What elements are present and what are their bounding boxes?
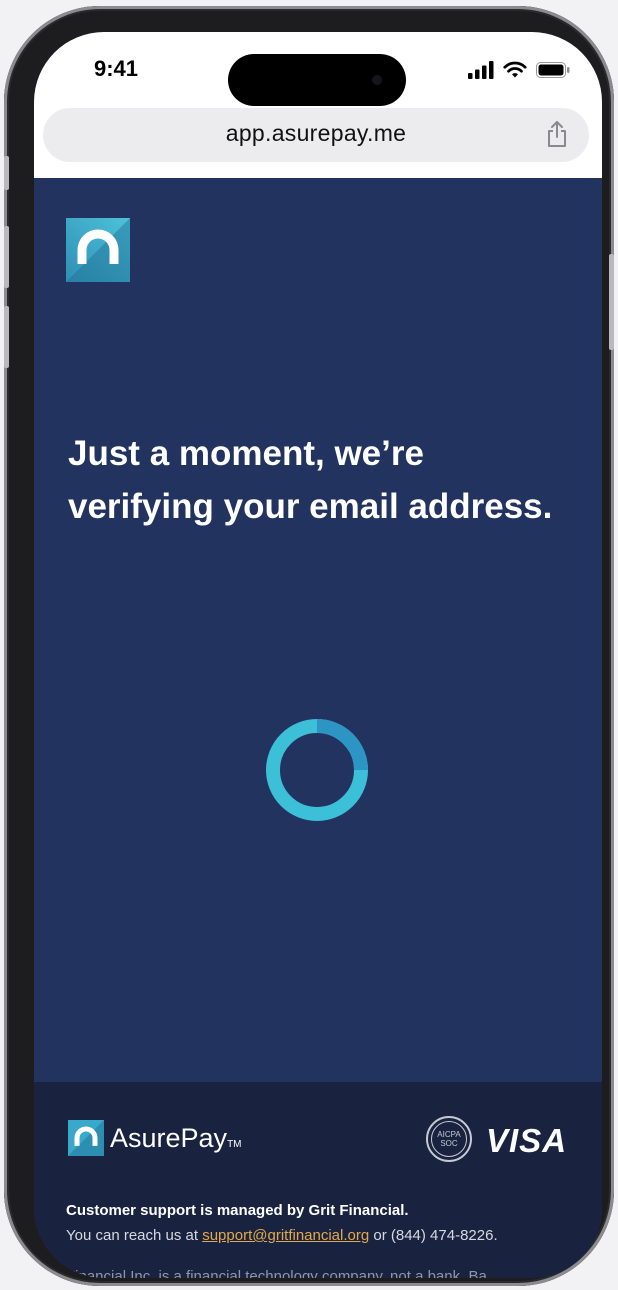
status-icons bbox=[468, 60, 570, 80]
phone-frame: 9:41 app.asurepay.me Just a moment, we’r… bbox=[4, 6, 614, 1286]
address-bar[interactable]: app.asurepay.me bbox=[43, 108, 589, 162]
share-button[interactable] bbox=[545, 120, 569, 153]
camera-icon bbox=[372, 75, 382, 85]
url-text: app.asurepay.me bbox=[225, 120, 407, 146]
support-suffix: or (844) 474-8226. bbox=[369, 1227, 498, 1244]
support-title: Customer support is managed by Grit Fina… bbox=[66, 1202, 409, 1219]
heading-line-1: Just a moment, we’re bbox=[68, 434, 424, 473]
dynamic-island bbox=[228, 54, 406, 106]
loading-spinner-icon bbox=[266, 719, 368, 821]
status-time: 9:41 bbox=[94, 56, 139, 81]
side-button bbox=[609, 254, 614, 350]
wifi-icon bbox=[503, 61, 527, 78]
browser-top-bar: 9:41 app.asurepay.me bbox=[34, 32, 602, 178]
screen: 9:41 app.asurepay.me Just a moment, we’r… bbox=[34, 32, 602, 1278]
signal-icon bbox=[468, 61, 494, 79]
soc-label: SOC bbox=[440, 1139, 458, 1148]
visa-logo: VISA bbox=[486, 1122, 568, 1159]
volume-down-button bbox=[4, 306, 9, 368]
page-footer: AsurePay TM AICPA SOC VISA Customer supp… bbox=[34, 1082, 602, 1278]
page-heading: Just a moment, we’re verifying your emai… bbox=[68, 427, 588, 533]
support-prefix: You can reach us at bbox=[66, 1227, 203, 1244]
aicpa-soc-badge: AICPA SOC bbox=[426, 1116, 472, 1162]
heading-line-2: verifying your email address. bbox=[68, 487, 553, 526]
asurepay-logo-icon bbox=[66, 218, 130, 282]
asurepay-logo-icon bbox=[68, 1120, 104, 1156]
footer-brand-name: AsurePay bbox=[110, 1122, 228, 1153]
battery-icon bbox=[536, 62, 570, 78]
volume-up-button bbox=[4, 226, 9, 288]
share-icon bbox=[548, 121, 566, 147]
support-email-link[interactable]: support@gritfinancial.org bbox=[202, 1227, 369, 1244]
aicpa-label: AICPA bbox=[437, 1130, 461, 1139]
action-button bbox=[4, 156, 9, 190]
footer-brand: AsurePay TM bbox=[68, 1120, 242, 1156]
trademark-mark: TM bbox=[227, 1138, 242, 1150]
support-contact: You can reach us at support@gritfinancia… bbox=[66, 1227, 498, 1244]
aicpa-badge-inner: AICPA SOC bbox=[431, 1121, 467, 1157]
disclaimer-text: Financial Inc. is a financial technology… bbox=[66, 1268, 487, 1278]
